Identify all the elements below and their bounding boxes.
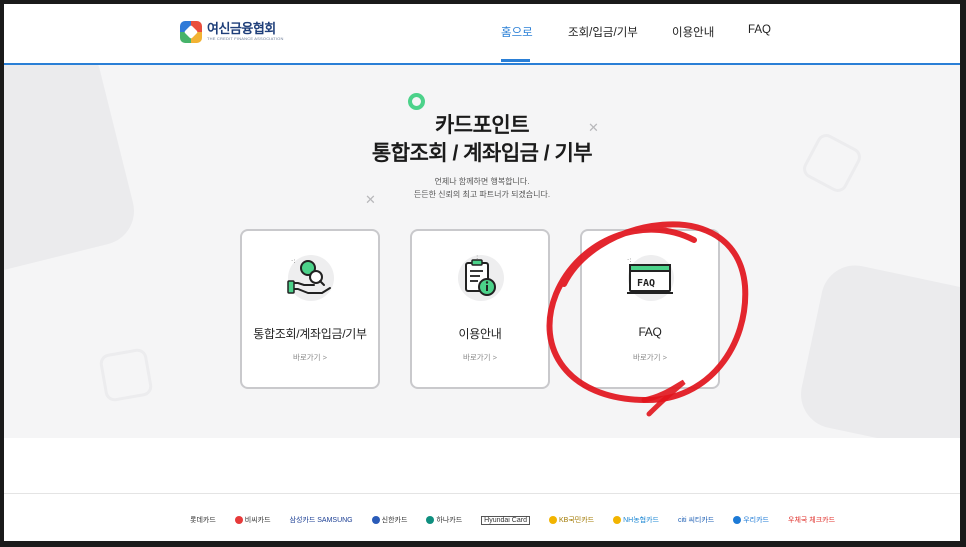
partner-samsung[interactable]: 삼성카드 SAMSUNG (290, 515, 353, 525)
hero-title-line2: 통합조회 / 계좌입금 / 기부 (371, 142, 593, 165)
svg-text:·:: ·: (291, 257, 296, 265)
footer-partners: 롯데카드 비씨카드 삼성카드 SAMSUNG 신한카드 하나카드 Hyundai… (4, 493, 960, 541)
nav-guide[interactable]: 이용안내 (672, 24, 714, 40)
partner-nh[interactable]: NH농협카드 (613, 515, 659, 525)
page: 여신금융협회 THE CREDIT FINANCE ASSOCIATION 홈으… (4, 4, 960, 541)
partner-hyundai[interactable]: Hyundai Card (481, 515, 530, 525)
card-title: 통합조회/계좌입금/기부 (253, 327, 367, 341)
card-title: FAQ (638, 325, 662, 339)
faq-window-icon: FAQ ·: (627, 256, 673, 294)
bc-logo-icon (234, 516, 243, 524)
partner-epost[interactable]: 우체국 체크카드 (788, 515, 835, 525)
nh-logo-icon (613, 516, 622, 524)
partner-kb[interactable]: KB국민카드 (548, 515, 594, 525)
partner-bc[interactable]: 비씨카드 (234, 515, 271, 525)
partner-lotte[interactable]: 롯데카드 (190, 515, 216, 525)
card-inquiry-deposit-donate[interactable]: ·: 통합조회/계좌입금/기부 바로가기 > (240, 229, 380, 389)
nav-home[interactable]: 홈으로 (501, 24, 533, 40)
svg-text::: : (476, 253, 478, 261)
header: 여신금융협회 THE CREDIT FINANCE ASSOCIATION 홈으… (4, 4, 960, 65)
logo-title: 여신금융협회 (207, 21, 276, 36)
hero-title-line1: 카드포인트 (434, 114, 530, 137)
svg-text:·:: ·: (627, 256, 632, 264)
shinhan-logo-icon (371, 516, 380, 524)
logo[interactable]: 여신금융협회 THE CREDIT FINANCE ASSOCIATION (180, 21, 284, 43)
go-link[interactable]: 바로가기 > (242, 352, 378, 363)
partner-list: 롯데카드 비씨카드 삼성카드 SAMSUNG 신한카드 하나카드 Hyundai… (190, 515, 835, 525)
hana-logo-icon (426, 516, 435, 524)
nav-inquiry-deposit-donate[interactable]: 조회/입금/기부 (568, 24, 638, 40)
ring-dot-icon (408, 93, 425, 110)
nav-active-indicator (501, 59, 530, 62)
card-faq[interactable]: FAQ ·: FAQ 바로가기 > (580, 229, 720, 389)
logo-subtitle: THE CREDIT FINANCE ASSOCIATION (207, 36, 284, 41)
nav-faq[interactable]: FAQ (748, 24, 771, 36)
partner-citi[interactable]: citi 씨티카드 (678, 515, 714, 525)
clipboard-info-icon: : (465, 253, 496, 296)
background-shape (794, 259, 960, 438)
partner-woori[interactable]: 우리카드 (733, 515, 769, 525)
hero-subtitle-line2: 든든한 신뢰의 최고 파트너가 되겠습니다. (413, 190, 551, 199)
go-link[interactable]: 바로가기 > (412, 352, 548, 363)
go-link[interactable]: 바로가기 > (582, 352, 718, 363)
card-guide[interactable]: : 이용안내 바로가기 > (410, 229, 550, 389)
logo-text: 여신금융협회 THE CREDIT FINANCE ASSOCIATION (207, 22, 284, 42)
kb-logo-icon (548, 516, 557, 524)
hero-section: ✕ ✕ 카드포인트 통합조회 / 계좌입금 / 기부 언제나 함께하면 행복합니… (4, 65, 960, 438)
woori-logo-icon (733, 516, 742, 524)
partner-shinhan[interactable]: 신한카드 (371, 515, 407, 525)
partner-hana[interactable]: 하나카드 (426, 515, 462, 525)
card-title: 이용안내 (458, 327, 502, 341)
hand-coin-search-icon: ·: (287, 257, 331, 294)
background-outline-shape (98, 347, 154, 403)
background-shape (4, 65, 142, 279)
hero-subtitle-line1: 언제나 함께하면 행복합니다. (434, 177, 530, 186)
logo-mark-icon (180, 21, 202, 43)
svg-text:FAQ: FAQ (637, 278, 655, 289)
